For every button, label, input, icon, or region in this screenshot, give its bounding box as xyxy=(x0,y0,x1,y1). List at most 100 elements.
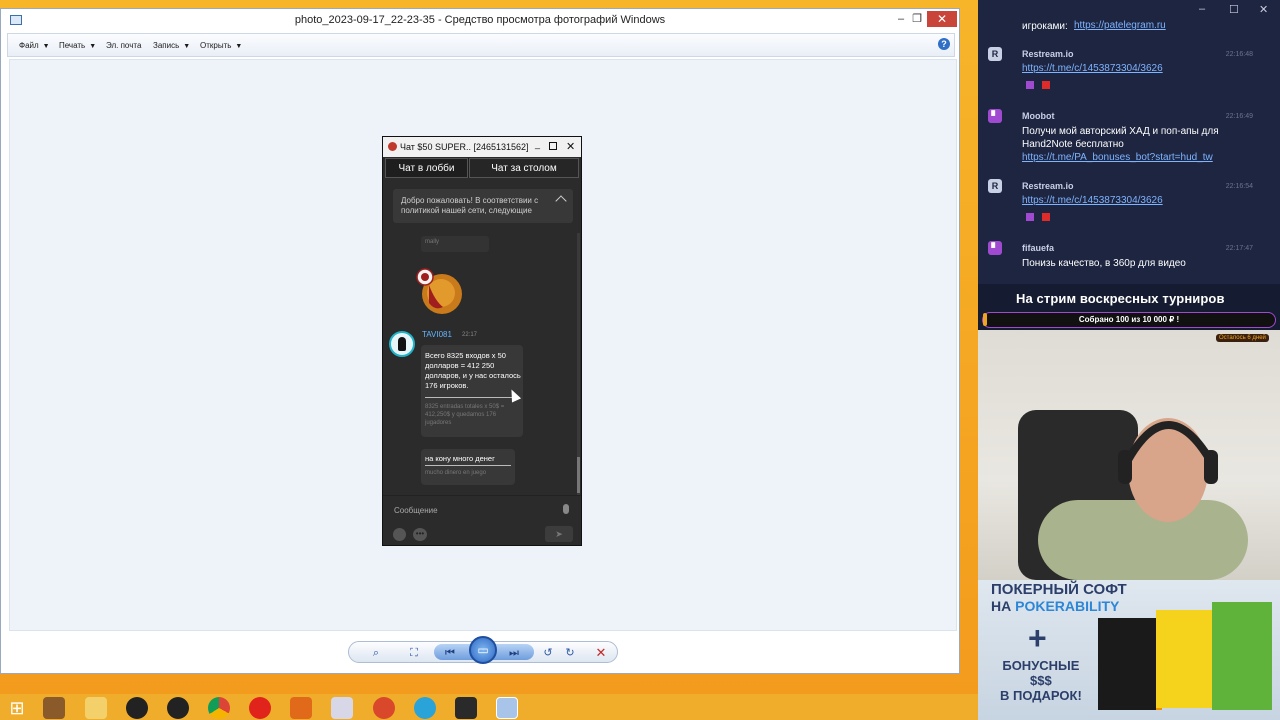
rotate-left-icon[interactable]: ↺ xyxy=(539,645,557,661)
chevron-up-icon[interactable] xyxy=(555,195,567,207)
menu-open-label: Открыть xyxy=(200,41,232,50)
poker-chat-window: Чат $50 SUPER.. [2465131562] _ ✕ Чат в л… xyxy=(382,136,582,546)
webcam-feed xyxy=(978,330,1280,580)
windows-start-icon[interactable]: ⊞ xyxy=(6,697,28,719)
goal-days-left: Осталось 6 дней xyxy=(1216,334,1269,342)
sticker-image xyxy=(416,268,462,314)
playback-toolbar: ⌕ ⛶ ⏮ ▭ ⏭ ↺ ↻ ✕ xyxy=(348,636,618,664)
chat-title-bar: Чат $50 SUPER.. [2465131562] _ ✕ xyxy=(383,137,581,157)
taskbar: ⊞ xyxy=(0,694,978,720)
actual-size-icon[interactable]: ⛶ xyxy=(405,645,423,661)
message-link[interactable]: https://t.me/PA_bonuses_bot?start=hud_tw xyxy=(1022,152,1213,163)
restream-icon: R xyxy=(988,47,1002,61)
banner-title: На стрим воскресных турниров xyxy=(1016,291,1225,306)
chat-username: Restream.io xyxy=(1022,181,1074,191)
emoji-icon[interactable] xyxy=(393,528,406,541)
stream-overlay-panel: – ☐ ✕ игроками: https://patelegram.ru R … xyxy=(978,0,1280,720)
twitch-icon: ▘ xyxy=(988,109,1002,123)
minimize-icon[interactable]: _ xyxy=(535,139,540,149)
message-text: Получи мой авторский ХАД и поп-апы для H… xyxy=(1022,126,1219,150)
message-text: игроками: xyxy=(1022,21,1068,32)
menu-print[interactable]: Печать ▼ xyxy=(59,41,96,50)
chat-time: 22:16:54 xyxy=(1225,183,1253,190)
menu-open[interactable]: Открыть ▼ xyxy=(200,41,242,50)
chevron-down-icon: ▼ xyxy=(42,43,50,50)
close-button[interactable]: ✕ xyxy=(927,11,957,27)
avatar[interactable] xyxy=(389,331,415,357)
opera-icon[interactable] xyxy=(249,697,271,719)
chevron-down-icon: ▼ xyxy=(183,43,191,50)
platform-icons xyxy=(1026,81,1066,91)
menu-bar: Файл ▼ Печать ▼ Эл. почта Запись ▼ Открыть ▼… xyxy=(7,33,955,57)
chevron-down-icon: ▼ xyxy=(89,43,97,50)
close-icon[interactable]: ✕ xyxy=(566,140,575,153)
message-input[interactable]: Сообщение xyxy=(394,506,438,515)
minimize-icon[interactable]: – xyxy=(1199,3,1205,15)
chat-tabs: Чат в лобби Чат за столом xyxy=(385,158,579,178)
close-icon[interactable]: ✕ xyxy=(1259,3,1268,16)
send-button[interactable]: ➤ xyxy=(545,526,573,542)
rotate-right-icon[interactable]: ↻ xyxy=(561,645,579,661)
message-translation: 8325 entradas totales x 50$ = 412,250$ y… xyxy=(425,404,505,426)
poker-client-icon[interactable] xyxy=(455,697,477,719)
ad-bonus-text: БОНУСНЫЕ $$$ В ПОДАРОК! xyxy=(1000,658,1082,703)
product-box-image xyxy=(1212,602,1272,710)
goal-text: Собрано 100 из 10 000 ₽ ! xyxy=(1078,315,1180,324)
folder-icon[interactable] xyxy=(85,697,107,719)
title-bar[interactable]: photo_2023-09-17_22-23-35 - Средство про… xyxy=(1,9,959,31)
zoom-icon[interactable]: ⌕ xyxy=(367,645,385,661)
donation-banner: На стрим воскресных турниров Собрано 100… xyxy=(978,284,1280,332)
compose-area: Сообщение ••• ➤ xyxy=(383,495,581,545)
chrome-icon[interactable] xyxy=(208,697,230,719)
app-icon[interactable] xyxy=(43,697,65,719)
platform-icons xyxy=(1026,213,1066,223)
message-link[interactable]: https://t.me/c/1453873304/3626 xyxy=(1022,63,1163,74)
tab-table-chat[interactable]: Чат за столом xyxy=(469,158,579,178)
message-bubble: на кону много денег mucho dinero en jueg… xyxy=(421,449,515,485)
welcome-notice[interactable]: Добро пожаловать! В соответствии с полит… xyxy=(393,189,573,223)
ad-headline: ПОКЕРНЫЙ СОФТ xyxy=(991,581,1127,598)
username[interactable]: TAVI081 xyxy=(422,330,452,339)
microphone-icon[interactable] xyxy=(563,504,569,514)
menu-file[interactable]: Файл ▼ xyxy=(19,41,50,50)
tab-lobby-chat[interactable]: Чат в лобби xyxy=(385,158,468,178)
chat-username: Restream.io xyxy=(1022,49,1074,59)
menu-email[interactable]: Эл. почта xyxy=(106,41,141,50)
obs-icon[interactable] xyxy=(126,697,148,719)
help-icon[interactable]: ? xyxy=(938,38,950,50)
menu-print-label: Печать xyxy=(59,41,86,50)
maximize-icon[interactable] xyxy=(549,142,557,150)
ad-subheadline-text: НА xyxy=(991,598,1016,614)
more-icon[interactable]: ••• xyxy=(413,528,427,541)
next-icon[interactable]: ⏭ xyxy=(505,645,523,661)
message-link[interactable]: https://t.me/c/1453873304/3626 xyxy=(1022,195,1163,206)
menu-email-label: Эл. почта xyxy=(106,41,142,50)
chat-username: Moobot xyxy=(1022,111,1055,121)
previous-icon[interactable]: ⏮ xyxy=(441,645,459,661)
chat-time: 22:16:48 xyxy=(1225,51,1253,58)
chat-scrollbar[interactable] xyxy=(577,233,580,495)
delete-icon[interactable]: ✕ xyxy=(592,645,610,661)
maximize-icon[interactable]: ☐ xyxy=(1229,3,1239,16)
message-text: Понизь качество, в 360p для видео xyxy=(1022,258,1186,269)
app-icon xyxy=(388,142,397,151)
message-link[interactable]: https://patelegram.ru xyxy=(1074,20,1166,31)
message-time: 22:17 xyxy=(462,332,478,338)
sponsor-ad[interactable]: ПОКЕРНЫЙ СОФТ НА POKERABILITY + БОНУСНЫЕ… xyxy=(978,580,1280,720)
chat-username: fifauefa xyxy=(1022,243,1055,253)
app-icon[interactable] xyxy=(290,697,312,719)
app-icon[interactable] xyxy=(331,697,353,719)
chat-window-titlebar: – ☐ ✕ xyxy=(978,0,1280,20)
telegram-icon[interactable] xyxy=(414,697,436,719)
slideshow-button[interactable]: ▭ xyxy=(469,636,497,664)
welcome-text: Добро пожаловать! В соответствии с полит… xyxy=(401,196,539,215)
maximize-button[interactable]: ❐ xyxy=(905,11,929,27)
message-text: Всего 8325 входов х 50 долларов = 412 25… xyxy=(425,351,521,390)
menu-burn[interactable]: Запись ▼ xyxy=(153,41,190,50)
photo-viewer-icon[interactable] xyxy=(496,697,518,719)
divider xyxy=(425,465,511,466)
app-icon[interactable] xyxy=(373,697,395,719)
ad-brand: POKERABILITY xyxy=(1015,598,1120,614)
obs-icon[interactable] xyxy=(167,697,189,719)
message-text: на кону много денег xyxy=(425,454,495,463)
